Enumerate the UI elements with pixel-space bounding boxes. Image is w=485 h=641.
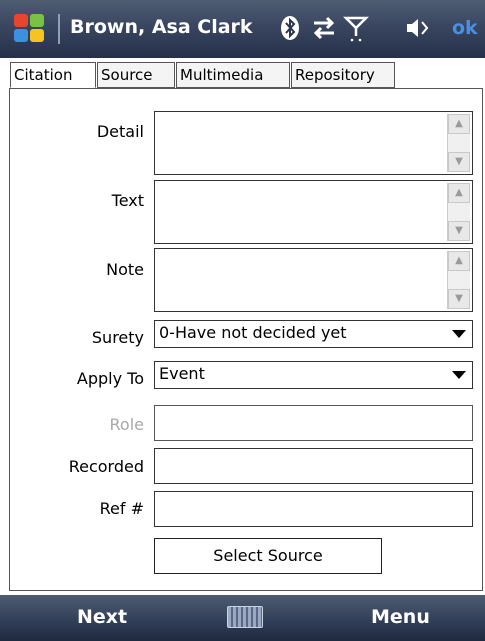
- windows-start-icon[interactable]: [14, 14, 46, 44]
- tab-citation[interactable]: Citation: [10, 62, 96, 88]
- bluetooth-icon[interactable]: [276, 14, 304, 42]
- ok-button[interactable]: ok: [452, 17, 478, 39]
- role-field[interactable]: [154, 405, 473, 441]
- ref-field[interactable]: [154, 491, 473, 527]
- recorded-label: Recorded: [68, 457, 144, 476]
- ref-label: Ref #: [99, 499, 144, 518]
- chevron-down-icon[interactable]: [452, 330, 466, 338]
- tab-multimedia[interactable]: Multimedia: [176, 62, 290, 88]
- scroll-down-icon[interactable]: ▼: [448, 289, 470, 309]
- tab-source[interactable]: Source: [97, 62, 175, 88]
- recorded-field[interactable]: [154, 448, 473, 484]
- select-source-button[interactable]: Select Source: [154, 538, 382, 574]
- scroll-down-icon[interactable]: ▼: [448, 221, 470, 241]
- chevron-down-icon[interactable]: [452, 371, 466, 379]
- surety-label: Surety: [91, 328, 144, 347]
- detail-scrollbar[interactable]: ▲ ▼: [447, 114, 470, 172]
- scroll-down-icon[interactable]: ▼: [448, 152, 470, 172]
- speaker-icon[interactable]: [404, 14, 432, 42]
- text-scrollbar[interactable]: ▲ ▼: [447, 183, 470, 241]
- connectivity-icon[interactable]: [310, 14, 338, 42]
- keyboard-icon[interactable]: [227, 606, 263, 628]
- surety-select[interactable]: 0-Have not decided yet: [154, 320, 473, 348]
- menu-softkey[interactable]: Menu: [371, 606, 430, 628]
- text-field[interactable]: ▲ ▼: [154, 180, 473, 244]
- scroll-up-icon[interactable]: ▲: [448, 251, 470, 271]
- tab-repository[interactable]: Repository: [291, 62, 395, 88]
- detail-field[interactable]: ▲ ▼: [154, 111, 473, 175]
- role-label: Role: [109, 415, 144, 434]
- signal-icon[interactable]: [342, 14, 370, 42]
- text-label: Text: [111, 191, 144, 210]
- title-separator: [58, 14, 60, 44]
- apply-to-label: Apply To: [76, 369, 144, 388]
- window-title: Brown, Asa Clark: [70, 16, 253, 38]
- note-label: Note: [106, 260, 144, 279]
- apply-to-value: Event: [159, 364, 205, 383]
- note-scrollbar[interactable]: ▲ ▼: [447, 251, 470, 309]
- next-softkey[interactable]: Next: [77, 606, 127, 628]
- scroll-up-icon[interactable]: ▲: [448, 183, 470, 203]
- note-field[interactable]: ▲ ▼: [154, 248, 473, 312]
- apply-to-select[interactable]: Event: [154, 361, 473, 389]
- scroll-up-icon[interactable]: ▲: [448, 114, 470, 134]
- detail-label: Detail: [96, 122, 144, 141]
- title-bar: Brown, Asa Clark ok: [0, 0, 485, 59]
- softkey-bar: Next Menu: [0, 595, 485, 641]
- surety-value: 0-Have not decided yet: [159, 323, 347, 342]
